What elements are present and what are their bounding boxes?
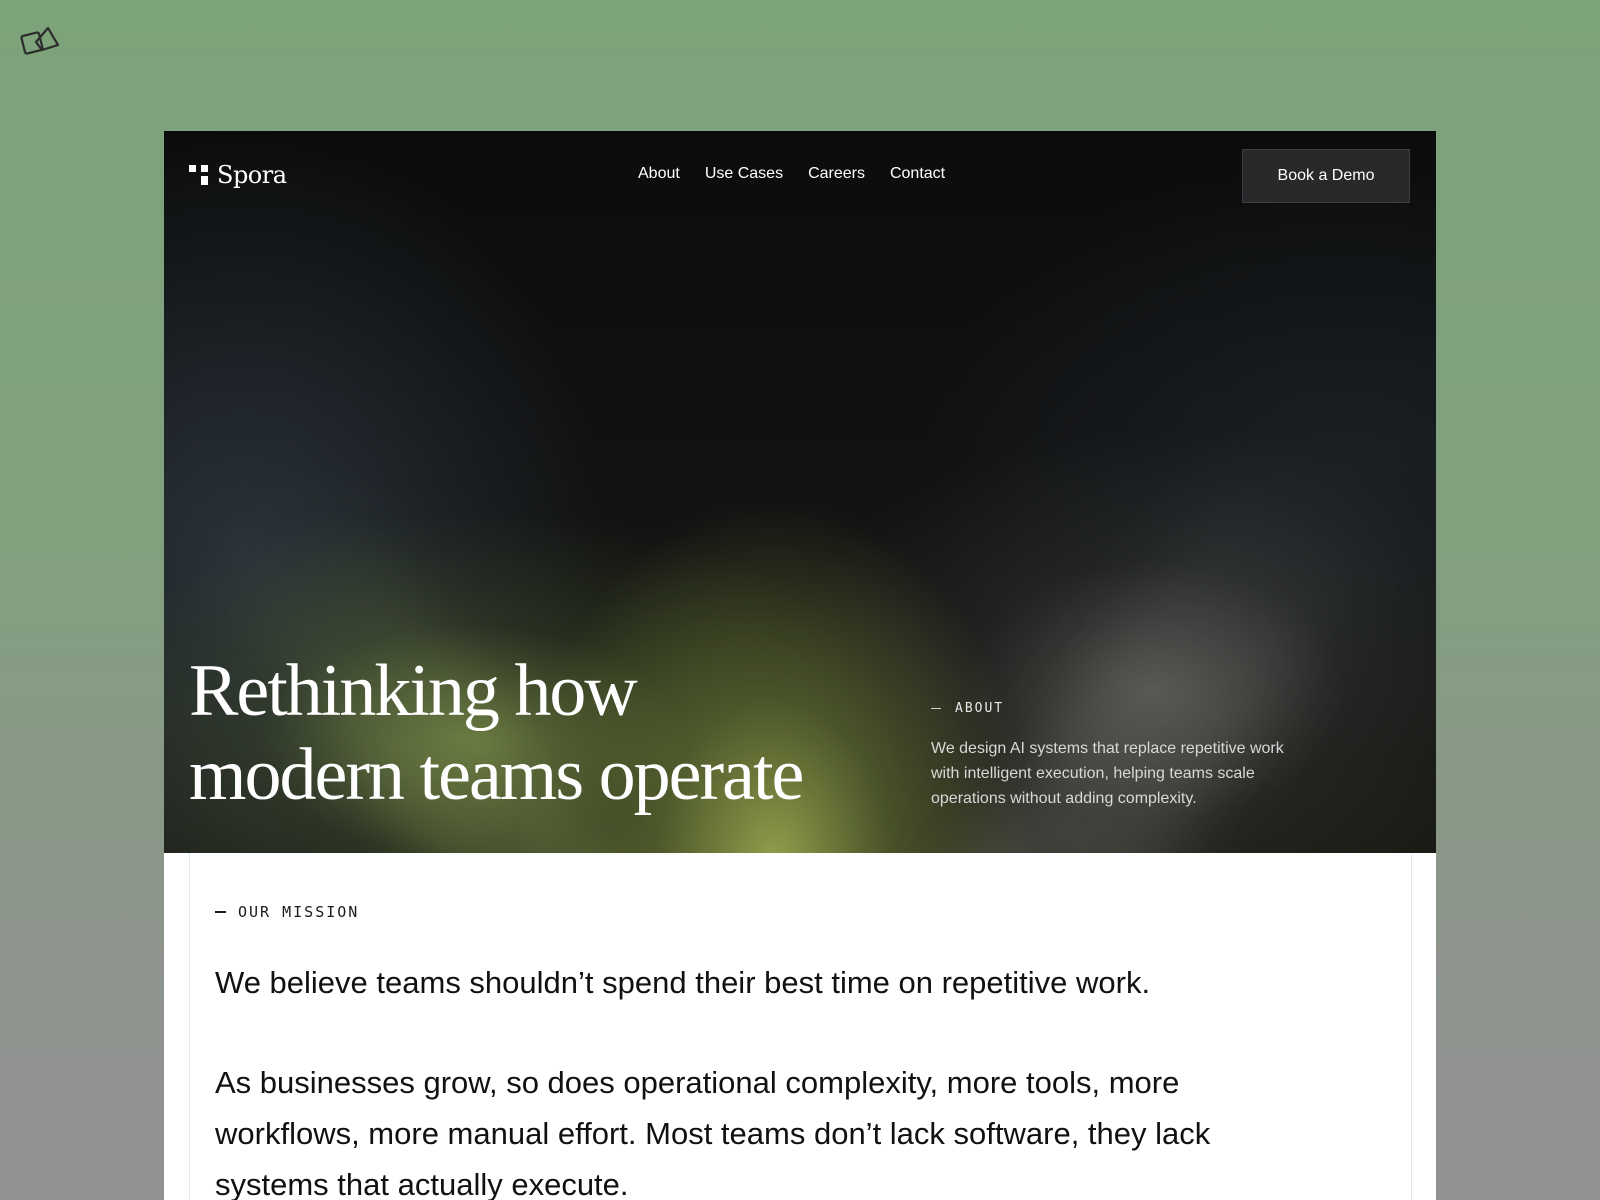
nav-link-use-cases[interactable]: Use Cases <box>705 165 783 183</box>
mission-label: OUR MISSION <box>215 903 359 921</box>
nav-link-careers[interactable]: Careers <box>808 165 865 183</box>
app-logo-icon[interactable] <box>20 22 62 60</box>
brand-name: Spora <box>217 161 287 189</box>
top-nav: Spora About Use Cases Careers Contact Bo… <box>164 131 1436 221</box>
about-label-text: ABOUT <box>955 701 1005 716</box>
brand-logo[interactable]: Spora <box>189 161 287 189</box>
about-dash <box>931 708 941 709</box>
mission-section: OUR MISSION We believe teams shouldn’t s… <box>189 853 1412 1200</box>
nav-links: About Use Cases Careers Contact <box>638 165 945 183</box>
about-label: ABOUT <box>931 701 1004 716</box>
mission-body: As businesses grow, so does operational … <box>215 1065 1211 1200</box>
nav-link-contact[interactable]: Contact <box>890 165 945 183</box>
mission-lead: We believe teams shouldn’t spend their b… <box>215 965 1151 1000</box>
mission-label-text: OUR MISSION <box>238 903 360 921</box>
hero-headline: Rethinking how modern teams operate <box>189 649 909 817</box>
hero-headline-line-2: modern teams operate <box>189 734 804 816</box>
hero-section: Spora About Use Cases Careers Contact Bo… <box>164 131 1436 853</box>
nav-link-about[interactable]: About <box>638 165 680 183</box>
spora-logo-icon <box>189 165 209 185</box>
about-description: We design AI systems that replace repeti… <box>931 740 1284 807</box>
book-demo-button[interactable]: Book a Demo <box>1242 149 1410 203</box>
hero-headline-line-1: Rethinking how <box>189 650 638 732</box>
website-frame: Spora About Use Cases Careers Contact Bo… <box>164 131 1436 1200</box>
mission-dash <box>215 911 226 913</box>
